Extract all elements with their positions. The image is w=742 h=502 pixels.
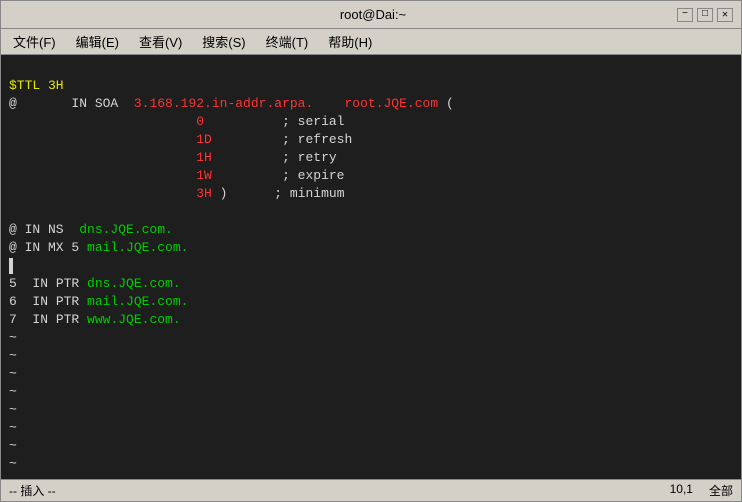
scroll-position: 全部 xyxy=(709,482,733,499)
menu-edit[interactable]: 编辑(E) xyxy=(68,30,127,53)
menu-help[interactable]: 帮助(H) xyxy=(320,30,380,53)
close-button[interactable]: ✕ xyxy=(717,8,733,22)
editor-area[interactable]: $TTL 3H @ IN SOA 3.168.192.in-addr.arpa.… xyxy=(1,55,741,479)
menu-terminal[interactable]: 终端(T) xyxy=(258,30,317,53)
maximize-button[interactable]: □ xyxy=(697,8,713,22)
cursor-position: 10,1 xyxy=(670,482,693,499)
terminal-window: root@Dai:~ − □ ✕ 文件(F) 编辑(E) 查看(V) 搜索(S)… xyxy=(0,0,742,502)
window-controls: − □ ✕ xyxy=(677,8,733,22)
status-bar: -- 插入 -- 10,1 全部 xyxy=(1,479,741,501)
window-title: root@Dai:~ xyxy=(69,7,677,22)
status-right: 10,1 全部 xyxy=(670,482,733,499)
editor-content: $TTL 3H @ IN SOA 3.168.192.in-addr.arpa.… xyxy=(9,59,733,479)
menu-view[interactable]: 查看(V) xyxy=(131,30,190,53)
minimize-button[interactable]: − xyxy=(677,8,693,22)
menu-bar: 文件(F) 编辑(E) 查看(V) 搜索(S) 终端(T) 帮助(H) xyxy=(1,29,741,55)
menu-search[interactable]: 搜索(S) xyxy=(194,30,253,53)
menu-file[interactable]: 文件(F) xyxy=(5,30,64,53)
editor-mode: -- 插入 -- xyxy=(9,482,56,499)
title-bar: root@Dai:~ − □ ✕ xyxy=(1,1,741,29)
